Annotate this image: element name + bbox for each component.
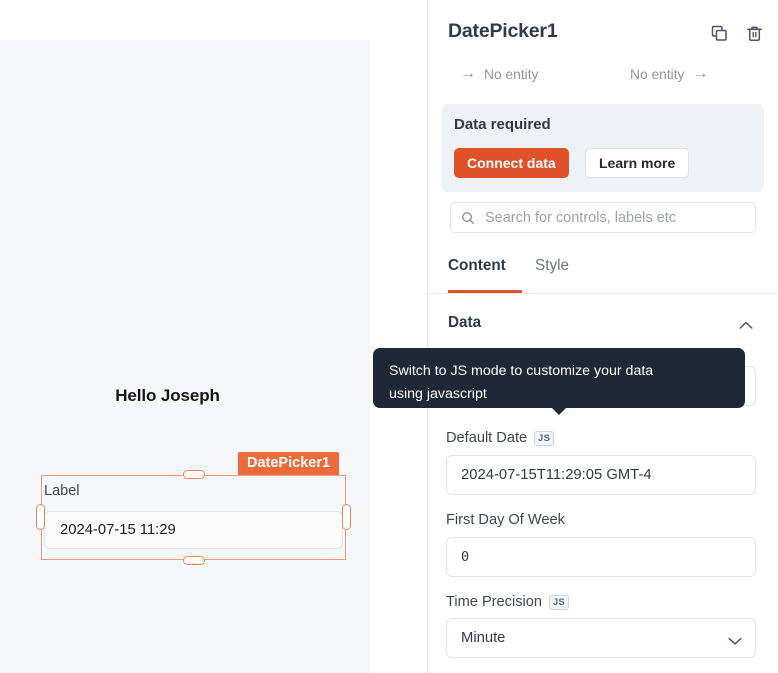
arrow-right-icon: → <box>460 65 476 82</box>
delete-widget-button[interactable] <box>743 22 765 44</box>
field-label-time-precision-text: Time Precision <box>446 594 542 610</box>
canvas-top-spacer <box>0 0 370 40</box>
property-panel: DatePicker1 → No entity No entity → Data… <box>428 0 778 673</box>
tab-style[interactable]: Style <box>535 257 569 286</box>
js-mode-tooltip-text: Switch to JS mode to customize your data… <box>389 363 654 402</box>
resize-handle-right[interactable] <box>342 504 351 530</box>
chevron-down-icon <box>728 634 742 650</box>
duplicate-widget-button[interactable] <box>708 22 730 44</box>
panel-search-container[interactable] <box>450 202 756 233</box>
resize-handle-bottom[interactable] <box>183 556 205 565</box>
js-mode-tooltip: Switch to JS mode to customize your data… <box>373 348 745 408</box>
field-select-time-precision-value: Minute <box>461 630 506 646</box>
field-label-default-date-text: Default Date <box>446 430 528 446</box>
data-required-callout: Data required Connect data Learn more <box>442 104 764 192</box>
data-required-title: Data required <box>454 116 551 133</box>
tooltip-arrow <box>550 406 568 415</box>
field-label-default-date: Default Date JS <box>446 430 555 446</box>
arrow-right-icon: → <box>692 65 709 82</box>
entity-nav-outgoing[interactable]: No entity → <box>630 66 708 82</box>
field-label-time-precision: Time Precision JS <box>446 594 569 610</box>
app-canvas[interactable]: Hello Joseph DatePicker1 Label 2024-07-1… <box>0 40 370 673</box>
entity-nav-incoming[interactable]: → No entity <box>460 66 538 82</box>
datepicker-input[interactable]: 2024-07-15 11:29 <box>44 511 343 549</box>
trash-icon <box>746 26 762 41</box>
tab-content[interactable]: Content <box>448 257 506 286</box>
entity-nav-incoming-label: No entity <box>484 66 539 82</box>
chevron-up-icon <box>739 317 753 335</box>
datepicker-label: Label <box>44 483 80 499</box>
panel-header: DatePicker1 <box>428 0 778 58</box>
field-input-first-day-of-week[interactable]: 0 <box>446 537 756 577</box>
search-icon <box>461 211 475 225</box>
tabs-bottom-border <box>428 293 778 294</box>
resize-handle-top[interactable] <box>183 470 205 479</box>
section-title-data: Data <box>448 314 482 331</box>
selected-widget-container[interactable]: DatePicker1 Label 2024-07-15 11:29 <box>36 452 351 565</box>
search-input[interactable] <box>483 208 747 227</box>
panel-tabs: Content Style <box>428 252 778 294</box>
field-label-first-day-of-week-text: First Day Of Week <box>446 512 565 528</box>
entity-nav-outgoing-label: No entity <box>630 66 685 82</box>
field-input-default-date[interactable]: 2024-07-15T11:29:05 GMT-4 <box>446 455 756 495</box>
learn-more-button[interactable]: Learn more <box>585 148 690 178</box>
field-select-time-precision[interactable]: Minute <box>446 618 756 658</box>
canvas-greeting-text: Hello Joseph <box>115 386 220 405</box>
field-label-first-day-of-week: First Day Of Week <box>446 512 565 528</box>
widget-name-badge[interactable]: DatePicker1 <box>238 452 340 475</box>
js-mode-badge[interactable]: JS <box>534 430 555 446</box>
section-header-data[interactable]: Data <box>428 306 778 342</box>
resize-handle-left[interactable] <box>36 504 45 530</box>
connect-data-button[interactable]: Connect data <box>454 148 569 178</box>
panel-title: DatePicker1 <box>448 20 558 42</box>
copy-icon <box>711 25 727 41</box>
app-root: Hello Joseph DatePicker1 Label 2024-07-1… <box>0 0 778 673</box>
entity-nav-row: → No entity No entity → <box>428 66 778 94</box>
js-mode-badge[interactable]: JS <box>548 594 569 610</box>
